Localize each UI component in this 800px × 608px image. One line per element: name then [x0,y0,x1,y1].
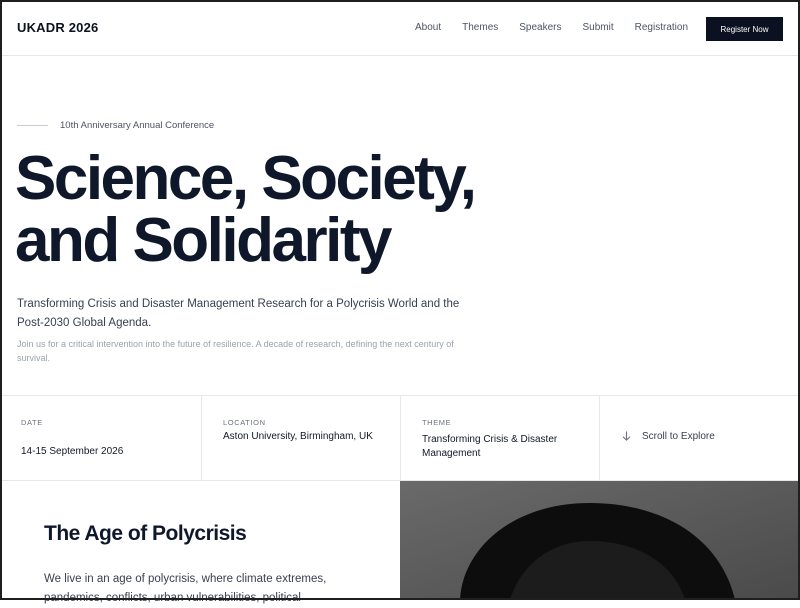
site-logo[interactable]: UKADR 2026 [17,20,98,35]
theme-value: Transforming Crisis & Disaster Managemen… [422,434,558,459]
date-value: 14-15 September 2026 [21,446,124,457]
eyebrow-divider [17,125,48,126]
hero-eyebrow: 10th Anniversary Annual Conference [17,120,214,131]
hero-title: Science, Society, and Solidarity [15,144,477,275]
section-title: The Age of Polycrisis [44,522,247,545]
info-scroll: Scroll to Explore [600,396,800,480]
nav-registration[interactable]: Registration [635,22,688,33]
hero-title-line-1: Science, Society, [15,144,477,213]
nav-speakers[interactable]: Speakers [519,22,561,33]
site-header: UKADR 2026 About Themes Speakers Submit … [0,0,800,56]
scroll-label: Scroll to Explore [642,431,715,442]
date-label: DATE [21,418,43,427]
event-info-bar: DATE 14-15 September 2026 LOCATION Aston… [0,395,800,481]
section-text: We live in an age of polycrisis, where c… [44,573,327,604]
nav-about[interactable]: About [415,22,441,33]
scroll-to-explore-link[interactable]: Scroll to Explore [621,431,715,442]
main-nav: About Themes Speakers Submit Registratio… [415,22,688,33]
location-label: LOCATION [223,418,266,427]
portrait-silhouette [400,481,800,600]
hero-title-line-2: and Solidarity [15,206,392,275]
portrait-image [400,481,800,600]
nav-themes[interactable]: Themes [462,22,498,33]
info-location: LOCATION Aston University, Birmingham, U… [202,396,401,480]
hero-subtitle: Transforming Crisis and Disaster Managem… [17,298,460,329]
info-theme: THEME Transforming Crisis & Disaster Man… [401,396,600,480]
register-now-button[interactable]: Register Now [706,17,783,41]
eyebrow-text: 10th Anniversary Annual Conference [60,120,215,131]
nav-submit[interactable]: Submit [583,22,614,33]
theme-label: THEME [422,418,452,427]
arrow-down-icon [622,431,631,441]
hero-intro: Join us for a critical intervention into… [17,339,454,363]
location-value: Aston University, Birmingham, UK [223,431,373,442]
info-date: DATE 14-15 September 2026 [0,396,202,480]
